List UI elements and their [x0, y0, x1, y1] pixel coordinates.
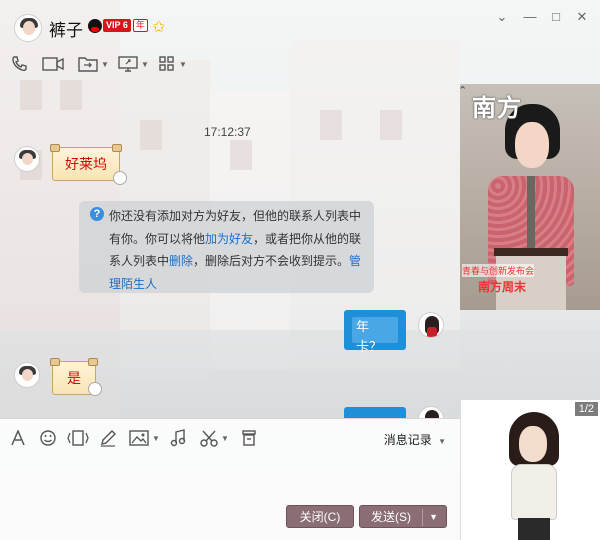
archive-icon: [242, 430, 256, 446]
image-button[interactable]: ▼: [129, 428, 160, 448]
message-history-label: 消息记录: [383, 433, 432, 447]
star-icon[interactable]: ✩: [152, 17, 165, 37]
notice-text-3: ，删除后对方不会收到提示。: [193, 254, 350, 268]
chevron-down-icon[interactable]: ▼: [179, 60, 187, 69]
send-button-label: 发送(S): [371, 510, 411, 524]
screenshot-button[interactable]: ▼: [200, 428, 229, 448]
send-divider: [422, 509, 423, 526]
chat-toolbar: ▼ ▼ ▼: [0, 50, 460, 80]
ad-panel[interactable]: 南方 ⌃ 青春与创新发布会 南方周末: [460, 84, 600, 310]
close-button[interactable]: ✕: [572, 9, 592, 25]
qq-penguin-icon: [88, 18, 102, 33]
message-text: 是: [67, 370, 81, 386]
voice-call-button[interactable]: [10, 50, 28, 78]
more-tools-button[interactable]: [241, 428, 257, 448]
message-text: 年卡？: [352, 317, 398, 354]
collapse-icon[interactable]: ⌃: [460, 84, 467, 97]
show-pager[interactable]: 1/2: [574, 402, 598, 416]
font-button[interactable]: [10, 428, 26, 448]
message-timestamp: 17:12:37: [204, 125, 251, 139]
folder-send-icon: [78, 57, 98, 72]
maximize-button[interactable]: □: [546, 9, 566, 24]
video-call-button[interactable]: [42, 50, 64, 78]
emoji-button[interactable]: [39, 428, 57, 448]
message-history-button[interactable]: 消息记录 ▼: [384, 431, 446, 448]
music-button[interactable]: [170, 428, 186, 448]
minimize-button[interactable]: —: [520, 9, 540, 24]
title-bar: 裤子 VIP 6 年 ✩ ⌄ — □ ✕: [0, 0, 600, 42]
shake-button[interactable]: [67, 428, 89, 448]
contact-avatar[interactable]: [14, 14, 42, 42]
close-chat-button[interactable]: 关闭(C): [286, 505, 354, 528]
chevron-down-icon[interactable]: ▼: [101, 60, 109, 69]
chevron-down-icon[interactable]: ▼: [221, 434, 229, 443]
self-avatar[interactable]: [418, 312, 444, 338]
ad-title: 南方周末: [478, 280, 527, 294]
image-icon: [129, 430, 149, 446]
chevron-down-icon[interactable]: ▼: [438, 437, 446, 446]
expand-icon[interactable]: ⌄: [492, 9, 512, 25]
sender-mini-avatar: [113, 171, 127, 185]
delete-link[interactable]: 删除: [169, 254, 193, 268]
remote-desktop-button[interactable]: ▼: [118, 50, 149, 78]
chevron-down-icon[interactable]: ▼: [141, 60, 149, 69]
send-file-button[interactable]: ▼: [78, 50, 109, 78]
send-button[interactable]: 发送(S) ▼: [359, 505, 447, 528]
scissors-icon: [200, 430, 218, 447]
ad-masthead: 南方: [472, 95, 522, 122]
info-icon: ?: [90, 207, 104, 221]
send-options-chevron-icon[interactable]: ▼: [429, 506, 438, 529]
contact-name[interactable]: 裤子: [49, 16, 83, 41]
video-camera-icon: [42, 57, 64, 71]
add-friend-link[interactable]: 加为好友: [205, 232, 253, 246]
pencil-icon: [101, 430, 116, 447]
vip-level: VIP 6: [103, 19, 131, 32]
font-icon: [11, 430, 25, 446]
message-bubble-sent: 年卡？: [344, 310, 406, 354]
vip-year-badge: 年: [132, 19, 148, 32]
sender-mini-avatar: [88, 382, 102, 396]
vip-badge[interactable]: VIP 6 年: [88, 18, 148, 33]
monitor-icon: [118, 56, 138, 72]
chevron-down-icon[interactable]: ▼: [152, 434, 160, 443]
stranger-notice: ? 你还没有添加对方为好友，但他的联系人列表中有你。你可以将他加为好友，或者把你…: [79, 201, 374, 293]
input-toolbar: ▼ ▼ 消息记录 ▼: [0, 428, 460, 450]
grid-apps-icon: [159, 56, 174, 71]
window-shake-icon: [67, 430, 89, 446]
apps-button[interactable]: ▼: [158, 50, 187, 78]
ad-caption: 青春与创新发布会: [462, 264, 535, 277]
phone-icon: [12, 56, 27, 72]
contact-message-avatar[interactable]: [14, 362, 40, 388]
message-input-area[interactable]: ▼ ▼ 消息记录 ▼ 关闭(C) 发送(S) ▼: [0, 418, 460, 540]
message-bubble-received: 好莱坞: [50, 144, 122, 181]
music-note-icon: [170, 429, 186, 447]
smiley-icon: [40, 430, 56, 446]
qq-show-panel[interactable]: 1/2: [460, 400, 600, 540]
message-text: 好莱坞: [65, 156, 107, 172]
handwriting-button[interactable]: [99, 428, 117, 448]
contact-message-avatar[interactable]: [14, 146, 40, 172]
